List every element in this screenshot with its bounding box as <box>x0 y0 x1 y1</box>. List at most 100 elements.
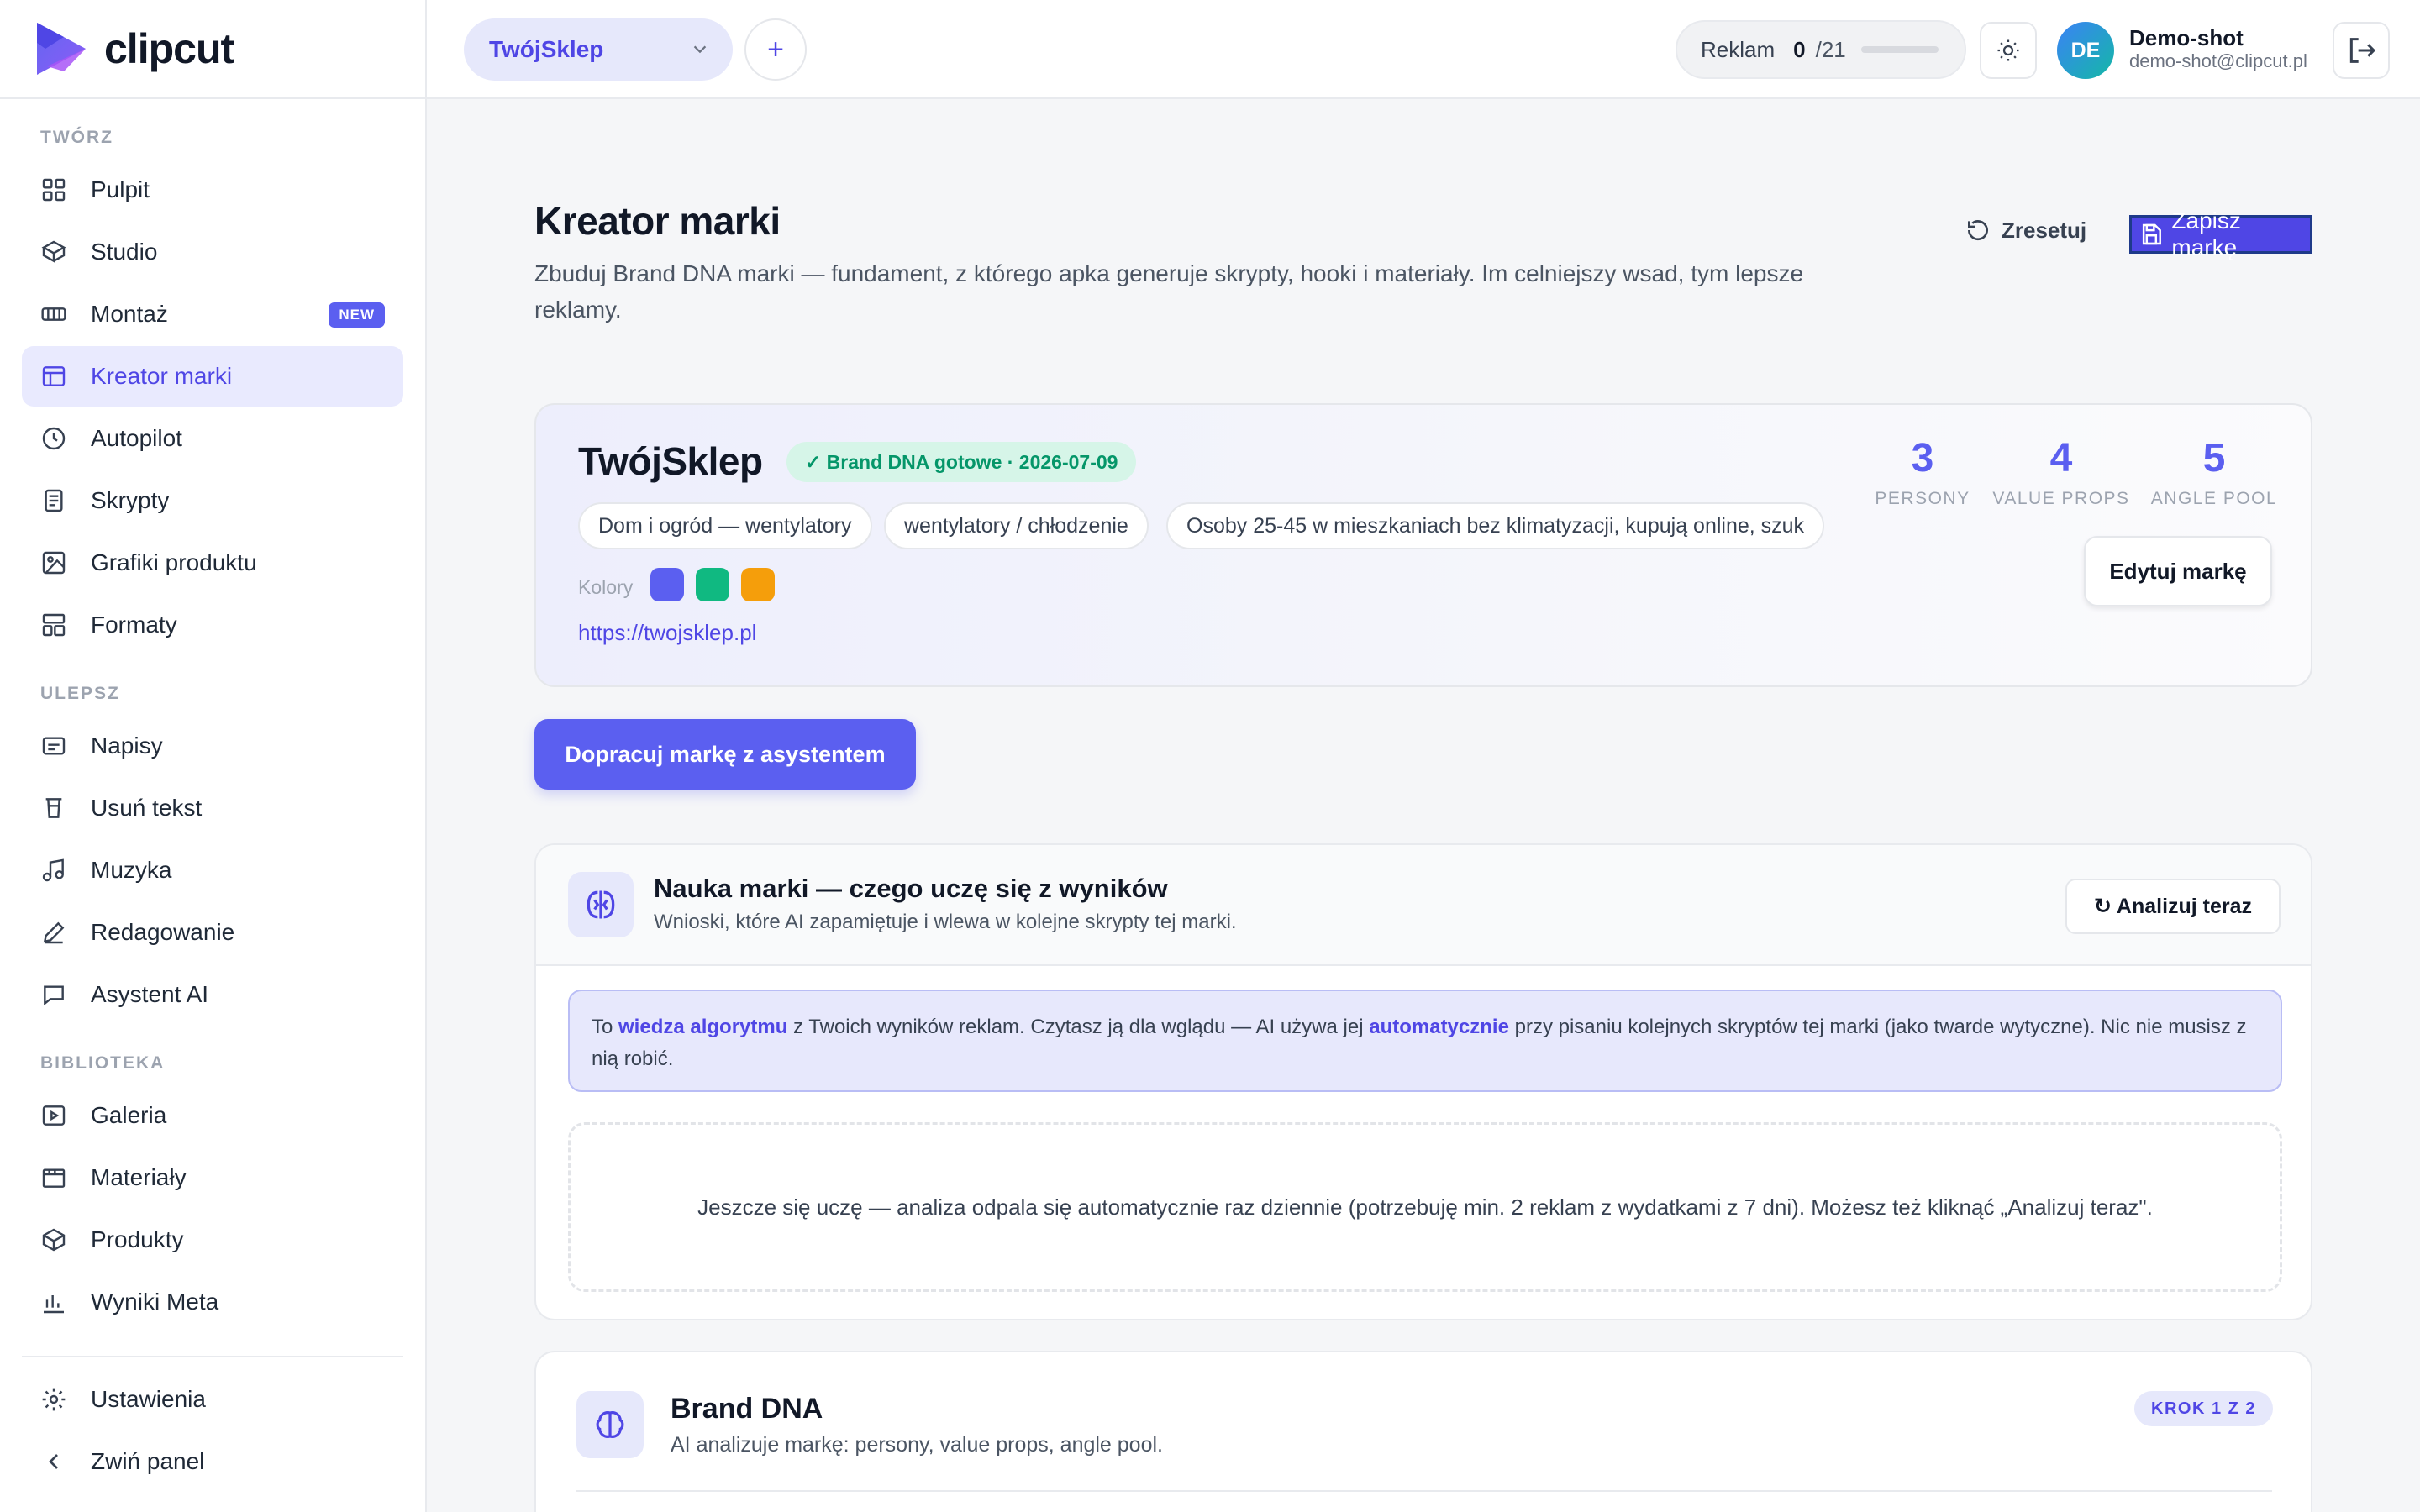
brand-summary-card: TwójSklep ✓ Brand DNA gotowe · 2026-07-0… <box>534 403 2312 687</box>
brand-learning-card: Nauka marki — czego uczę się z wyników W… <box>534 843 2312 1320</box>
gear-icon <box>40 1386 67 1413</box>
stat-angle-pool-label: ANGLE POOL <box>2150 489 2278 508</box>
theme-toggle-button[interactable] <box>1980 22 2037 79</box>
sidebar-item-label: Pulpit <box>91 176 150 202</box>
brand-tag-audience: Osoby 25-45 w mieszkaniach bez klimatyza… <box>1166 502 1825 549</box>
sidebar-item-label: Redagowanie <box>91 919 235 945</box>
info-highlight-algorithm: wiedza algorytmu <box>618 1016 788 1038</box>
collapse-panel-button[interactable]: Zwiń panel <box>22 1431 403 1492</box>
logout-icon <box>2349 38 2376 63</box>
grid-icon <box>40 176 67 203</box>
logout-button[interactable] <box>2333 22 2390 79</box>
chevron-down-icon <box>693 45 707 54</box>
sidebar-item-galeria[interactable]: Galeria <box>22 1085 403 1146</box>
box-icon <box>40 1226 67 1253</box>
sidebar-item-autopilot[interactable]: Autopilot <box>22 408 403 469</box>
new-badge: NEW <box>329 302 385 328</box>
info-text: z Twoich wyników reklam. Czytasz ją dla … <box>787 1016 1370 1038</box>
sidebar-item-label: Muzyka <box>91 857 172 883</box>
page-subtitle: Zbuduj Brand DNA marki — fundament, z kt… <box>534 260 1804 323</box>
sidebar-item-label: Produkty <box>91 1226 184 1252</box>
info-text: To <box>592 1016 619 1038</box>
ads-count: 0 <box>1793 36 1806 62</box>
section-label-improve: ULEPSZ <box>40 684 120 703</box>
sidebar-item-label: Galeria <box>91 1102 167 1128</box>
sidebar-item-wyniki-meta[interactable]: Wyniki Meta <box>22 1272 403 1332</box>
save-icon <box>2142 223 2161 245</box>
sidebar-item-formaty[interactable]: Formaty <box>22 595 403 655</box>
ads-total: /21 <box>1815 36 1846 62</box>
sidebar-item-label: Montaż <box>91 301 168 327</box>
brain-icon <box>576 1391 644 1458</box>
film-strip-icon <box>40 301 67 328</box>
brand-dna-divider <box>576 1490 2272 1492</box>
sidebar-item-materialy[interactable]: Materiały <box>22 1147 403 1208</box>
colors-label: Kolory <box>578 576 634 598</box>
info-highlight-automatic: automatycznie <box>1369 1016 1509 1038</box>
avatar[interactable]: DE <box>2057 22 2114 79</box>
edit-brand-button[interactable]: Edytuj markę <box>2084 536 2272 606</box>
save-brand-button[interactable]: Zapisz markę <box>2129 207 2312 260</box>
formats-icon <box>40 612 67 638</box>
sidebar-item-skrypty[interactable]: Skrypty <box>22 470 403 531</box>
sidebar-item-usun-tekst[interactable]: Usuń tekst <box>22 778 403 838</box>
app-name: clipcut <box>104 25 234 72</box>
stat-value-props-value: 4 <box>2049 436 2073 480</box>
shop-select[interactable]: TwójSklep <box>464 18 733 81</box>
sidebar-item-ustawienia[interactable]: Ustawienia <box>22 1369 403 1430</box>
sidebar-item-label: Napisy <box>91 732 163 759</box>
step-badge: KROK 1 Z 2 <box>2134 1391 2274 1426</box>
brand-dna-card: Brand DNA AI analizuje markę: persony, v… <box>534 1351 2312 1512</box>
learning-subtitle: Wnioski, które AI zapamiętuje i wlewa w … <box>654 911 1237 933</box>
cube-icon <box>40 239 67 265</box>
sidebar-item-label: Formaty <box>91 612 177 638</box>
section-label-library: BIBLIOTEKA <box>40 1053 166 1073</box>
color-swatch-primary <box>650 568 684 601</box>
sidebar-item-label: Usuń tekst <box>91 795 203 821</box>
sidebar-item-asystent-ai[interactable]: Asystent AI <box>22 964 403 1025</box>
sidebar-item-label: Ustawienia <box>91 1386 206 1412</box>
brand-dna-title: Brand DNA <box>671 1393 823 1425</box>
chat-icon <box>40 981 67 1008</box>
learning-empty-state: Jeszcze się uczę — analiza odpala się au… <box>568 1122 2282 1292</box>
sidebar-item-label: Skrypty <box>91 487 170 513</box>
brand-dna-subtitle: AI analizuje markę: persony, value props… <box>671 1433 1163 1457</box>
status-badge: ✓ Brand DNA gotowe · 2026-07-09 <box>786 442 1137 482</box>
captions-icon <box>40 732 67 759</box>
page-title: Kreator marki <box>534 199 781 243</box>
sun-icon <box>1997 39 2019 61</box>
topbar: TwójSklep + Reklam 0 /21 DE Demo-shot de… <box>427 0 2420 99</box>
add-shop-button[interactable]: + <box>744 18 807 81</box>
brand-name: TwójSklep <box>578 439 763 483</box>
reset-button[interactable]: Zresetuj <box>1965 217 2086 244</box>
sidebar-item-studio[interactable]: Studio <box>22 222 403 282</box>
algorithm-info-box: To wiedza algorytmu z Twoich wyników rek… <box>568 990 2282 1092</box>
sidebar-item-kreator-marki[interactable]: Kreator marki <box>22 346 403 407</box>
sidebar-item-redagowanie[interactable]: Redagowanie <box>22 902 403 963</box>
sidebar-item-napisy[interactable]: Napisy <box>22 716 403 776</box>
sidebar-item-muzyka[interactable]: Muzyka <box>22 840 403 900</box>
brand-url-link[interactable]: https://twojsklep.pl <box>578 620 756 646</box>
save-label: Zapisz markę <box>2171 207 2241 260</box>
bar-chart-icon <box>40 1289 67 1315</box>
sidebar-item-pulpit[interactable]: Pulpit <box>22 160 403 220</box>
brand-tag-niche: wentylatory / chłodzenie <box>884 502 1149 549</box>
ads-label: Reklam <box>1701 36 1776 62</box>
sidebar-item-montaz[interactable]: Montaż NEW <box>22 284 403 344</box>
sidebar-item-produkty[interactable]: Produkty <box>22 1210 403 1270</box>
analyze-now-button[interactable]: ↻ Analizuj teraz <box>2065 879 2281 934</box>
learning-header: Nauka marki — czego uczę się z wyników W… <box>536 845 2311 966</box>
sidebar-item-grafiki-produktu[interactable]: Grafiki produktu <box>22 533 403 593</box>
empty-state-text: Jeszcze się uczę — analiza odpala się au… <box>697 1194 2153 1220</box>
eraser-icon <box>40 795 67 822</box>
refine-with-assistant-button[interactable]: Dopracuj markę z asystentem <box>534 719 916 790</box>
music-icon <box>40 857 67 884</box>
logo[interactable]: clipcut <box>0 0 425 99</box>
sidebar: clipcut TWÓRZ Pulpit Studio Montaż NEW K… <box>0 0 427 1512</box>
sidebar-item-label: Materiały <box>91 1164 187 1190</box>
clock-icon <box>40 425 67 452</box>
sidebar-item-label: Wyniki Meta <box>91 1289 219 1315</box>
reset-label: Zresetuj <box>2002 217 2087 243</box>
ads-counter: Reklam 0 /21 <box>1676 20 1966 79</box>
brain-icon <box>568 872 634 937</box>
